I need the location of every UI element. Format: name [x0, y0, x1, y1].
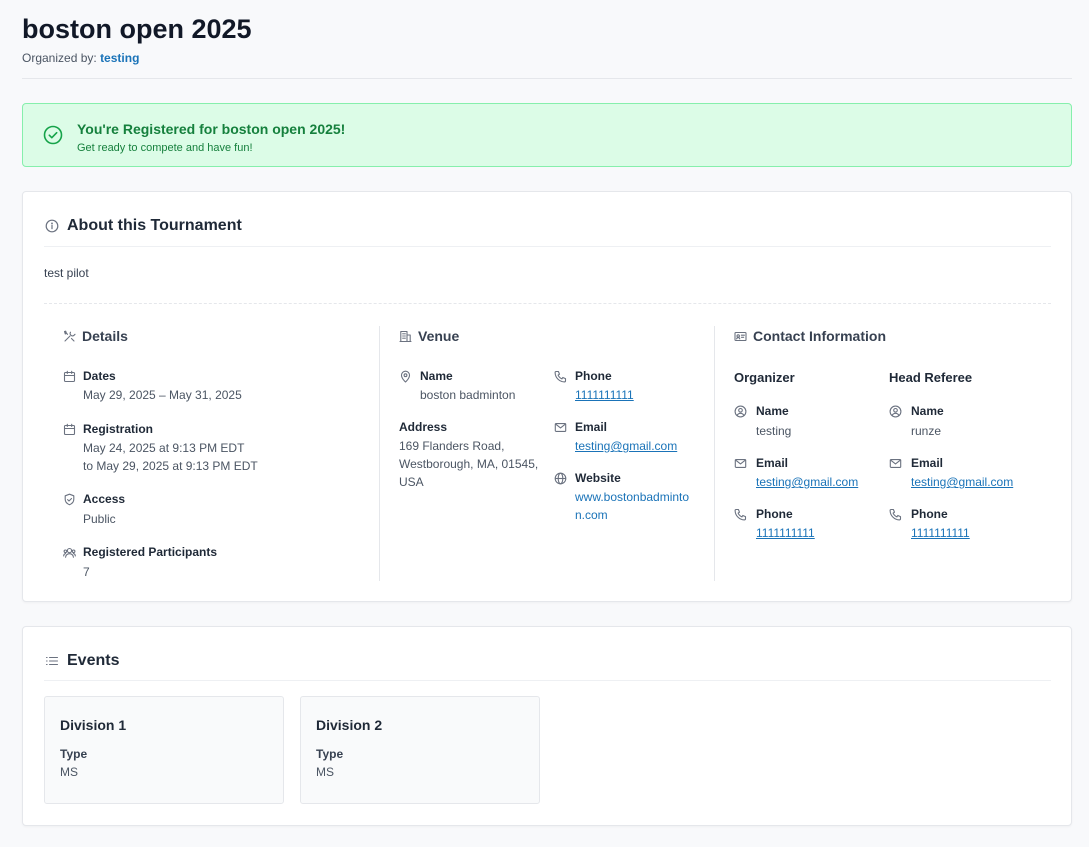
venue-address-line3: USA: [399, 475, 424, 489]
id-card-icon: [734, 330, 747, 343]
tools-icon: [63, 330, 76, 343]
organizer-phone-label: Phone: [756, 507, 793, 521]
shield-icon: [63, 493, 76, 506]
event-type-value: MS: [60, 765, 78, 779]
about-divider: [44, 246, 1051, 247]
referee-phone-label: Phone: [911, 507, 948, 521]
venue-address-label: Address: [399, 420, 448, 434]
venue-phone-label: Phone: [575, 369, 612, 383]
info-icon: [45, 219, 59, 233]
venue-website-line1: www.bostonbadminto: [575, 490, 690, 504]
mail-icon: [889, 457, 902, 470]
organizer-name-label: Name: [756, 404, 789, 418]
phone-icon: [889, 508, 902, 521]
about-dashed-divider: [44, 303, 1051, 304]
map-pin-icon: [399, 370, 412, 383]
dates-label: Dates: [83, 369, 116, 383]
event-type-value: MS: [316, 765, 334, 779]
events-card: Events Division 1 Type MS Division 2 Typ…: [22, 626, 1072, 826]
venue-name-value: boston badminton: [420, 388, 516, 402]
organized-by-label: Organized by:: [22, 51, 97, 65]
phone-icon: [734, 508, 747, 521]
venue-website-label: Website: [575, 471, 621, 485]
phone-icon: [554, 370, 567, 383]
events-divider: [44, 680, 1051, 681]
organized-by: Organized by: testing: [22, 51, 139, 65]
venue-title: Venue: [418, 328, 460, 344]
users-icon: [63, 546, 76, 559]
event-name: Division 2: [316, 717, 383, 733]
registration-start: May 24, 2025 at 9:13 PM EDT: [83, 441, 245, 455]
organizer-name-value: testing: [756, 424, 792, 438]
page-title: boston open 2025: [22, 14, 252, 44]
venue-website-line2: n.com: [575, 508, 608, 522]
mail-icon: [734, 457, 747, 470]
column-divider: [379, 326, 380, 581]
user-circle-icon: [889, 405, 902, 418]
access-label: Access: [83, 492, 126, 506]
referee-name-label: Name: [911, 404, 944, 418]
referee-title: Head Referee: [889, 370, 973, 385]
building-icon: [399, 330, 412, 343]
contact-title: Contact Information: [753, 328, 886, 344]
organizer-phone-link[interactable]: 1111111111: [756, 524, 815, 542]
venue-address-line1: 169 Flanders Road,: [399, 439, 505, 453]
registration-success-banner: You're Registered for boston open 2025! …: [22, 103, 1072, 167]
registration-label: Registration: [83, 422, 154, 436]
events-title: Events: [67, 652, 120, 669]
header-divider: [22, 78, 1072, 79]
venue-name-label: Name: [420, 369, 453, 383]
about-card: About this Tournament test pilot Details: [22, 191, 1072, 602]
user-circle-icon: [734, 405, 747, 418]
organizer-email-label: Email: [756, 456, 789, 470]
details-title: Details: [82, 328, 128, 344]
referee-phone-link[interactable]: 1111111111: [911, 524, 970, 542]
list-icon: [45, 654, 59, 668]
participants-value: 7: [83, 565, 90, 579]
registration-end: to May 29, 2025 at 9:13 PM EDT: [83, 459, 258, 473]
banner-title: You're Registered for boston open 2025!: [77, 121, 346, 137]
event-name: Division 1: [60, 717, 127, 733]
mail-icon: [554, 421, 567, 434]
calendar-icon: [63, 370, 76, 383]
organizer-link[interactable]: testing: [100, 51, 139, 65]
check-circle-icon: [43, 125, 63, 145]
about-title: About this Tournament: [67, 217, 242, 234]
access-value: Public: [83, 512, 116, 526]
organizer-email-link[interactable]: testing@gmail.com: [756, 473, 858, 491]
banner-subtitle: Get ready to compete and have fun!: [77, 142, 253, 154]
venue-address-line2: Westborough, MA, 01545,: [399, 457, 539, 471]
venue-email-link[interactable]: testing@gmail.com: [575, 437, 677, 455]
event-card[interactable]: Division 1 Type MS: [44, 696, 284, 804]
dates-value: May 29, 2025 – May 31, 2025: [83, 388, 242, 402]
event-type-label: Type: [60, 747, 88, 761]
referee-email-label: Email: [911, 456, 944, 470]
tournament-description: test pilot: [44, 266, 89, 280]
column-divider: [714, 326, 715, 581]
participants-label: Registered Participants: [83, 545, 218, 559]
venue-email-label: Email: [575, 420, 608, 434]
calendar-icon: [63, 423, 76, 436]
event-card[interactable]: Division 2 Type MS: [300, 696, 540, 804]
venue-phone-link[interactable]: 1111111111: [575, 386, 634, 404]
globe-icon: [554, 472, 567, 485]
referee-name-value: runze: [911, 424, 942, 438]
organizer-title: Organizer: [734, 370, 795, 385]
event-type-label: Type: [316, 747, 344, 761]
referee-email-link[interactable]: testing@gmail.com: [911, 473, 1013, 491]
